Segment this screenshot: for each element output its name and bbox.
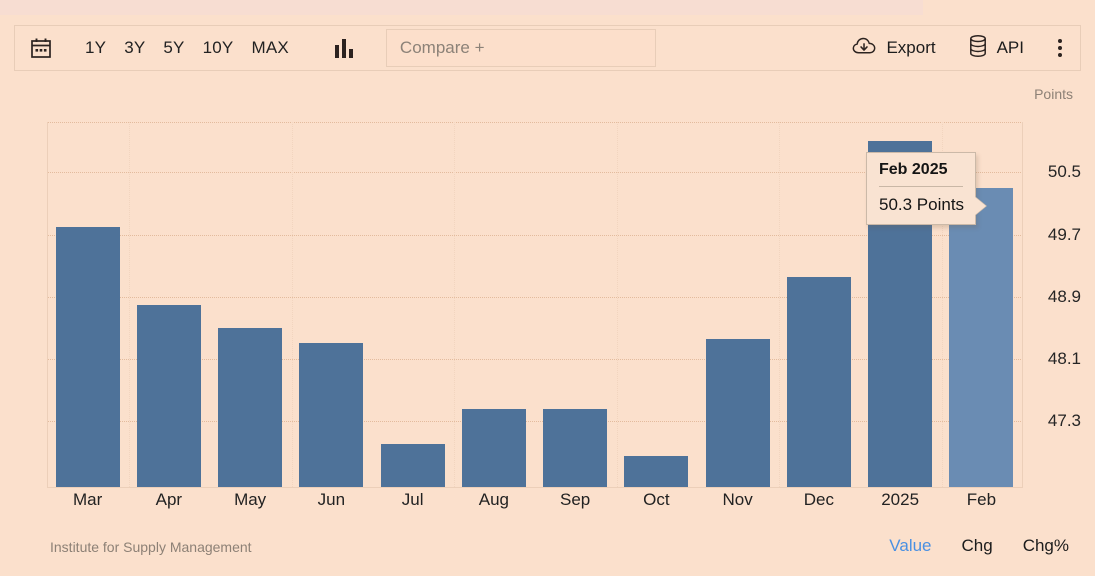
database-icon — [968, 34, 988, 63]
y-axis-tick-label: 50.5 — [1048, 162, 1081, 182]
api-label: API — [997, 38, 1024, 58]
chart-toolbar: 1Y 3Y 5Y 10Y MAX Compare + Export — [14, 25, 1081, 71]
range-selector: 1Y 3Y 5Y 10Y MAX — [85, 38, 289, 58]
y-axis-tick-label: 49.7 — [1048, 225, 1081, 245]
metric-tab-chgpct[interactable]: Chg% — [1023, 536, 1069, 556]
x-axis-labels: Mar Apr May Jun Jul Aug Sep Oct Nov Dec 2025 Feb — [47, 490, 1022, 520]
compare-input[interactable]: Compare + — [386, 29, 656, 67]
x-axis-tick-label: Feb — [967, 490, 996, 510]
export-label: Export — [886, 38, 935, 58]
bar[interactable] — [787, 277, 851, 487]
y-axis-line — [1022, 122, 1023, 488]
api-button[interactable]: API — [968, 34, 1024, 63]
x-axis-tick-label: Jun — [318, 490, 345, 510]
bar[interactable] — [299, 343, 363, 487]
export-button[interactable]: Export — [852, 35, 935, 62]
x-axis-tick-label: Dec — [804, 490, 834, 510]
kebab-menu-icon[interactable] — [1058, 39, 1062, 57]
compare-placeholder: Compare + — [400, 38, 485, 58]
metric-tab-group: Value Chg Chg% — [889, 536, 1069, 556]
bar[interactable] — [218, 328, 282, 487]
chart-widget: 1Y 3Y 5Y 10Y MAX Compare + Export — [0, 0, 1095, 576]
x-axis-tick-label: Sep — [560, 490, 590, 510]
y-axis-tick-label: 48.9 — [1048, 287, 1081, 307]
range-button-max[interactable]: MAX — [251, 38, 288, 58]
y-axis-tick-label: 47.3 — [1048, 411, 1081, 431]
cloud-download-icon — [852, 35, 877, 62]
range-button-10y[interactable]: 10Y — [203, 38, 234, 58]
bar[interactable] — [543, 409, 607, 487]
top-strip — [0, 0, 923, 15]
metric-tab-value[interactable]: Value — [889, 536, 931, 556]
x-axis-tick-label: Apr — [156, 490, 182, 510]
range-button-3y[interactable]: 3Y — [124, 38, 145, 58]
bar[interactable] — [56, 227, 120, 487]
bar-chart-icon[interactable] — [335, 38, 353, 58]
bar[interactable] — [381, 444, 445, 487]
y-axis-tick-label: 48.1 — [1048, 349, 1081, 369]
range-button-5y[interactable]: 5Y — [163, 38, 184, 58]
tooltip-value: 50.3 Points — [879, 187, 963, 215]
toolbar-right-actions: Export API — [820, 34, 1080, 63]
x-axis-tick-label: 2025 — [881, 490, 919, 510]
bar[interactable] — [949, 188, 1013, 487]
metric-tab-chg[interactable]: Chg — [962, 536, 993, 556]
y-axis-unit-label: Points — [1034, 86, 1073, 102]
bar[interactable] — [624, 456, 688, 487]
x-axis-tick-label: Oct — [643, 490, 669, 510]
x-axis-tick-label: May — [234, 490, 266, 510]
tooltip-title: Feb 2025 — [879, 161, 963, 187]
chart-source-label: Institute for Supply Management — [50, 539, 252, 555]
x-axis-tick-label: Nov — [723, 490, 753, 510]
bar[interactable] — [462, 409, 526, 487]
bar[interactable] — [706, 339, 770, 487]
bar[interactable] — [137, 305, 201, 488]
x-axis-tick-label: Aug — [479, 490, 509, 510]
x-axis-line — [47, 487, 1023, 488]
calendar-icon[interactable] — [29, 36, 53, 60]
x-axis-tick-label: Mar — [73, 490, 102, 510]
tooltip-arrow-icon — [975, 197, 986, 215]
data-point-tooltip: Feb 2025 50.3 Points — [866, 152, 976, 225]
range-button-1y[interactable]: 1Y — [85, 38, 106, 58]
x-axis-tick-label: Jul — [402, 490, 424, 510]
